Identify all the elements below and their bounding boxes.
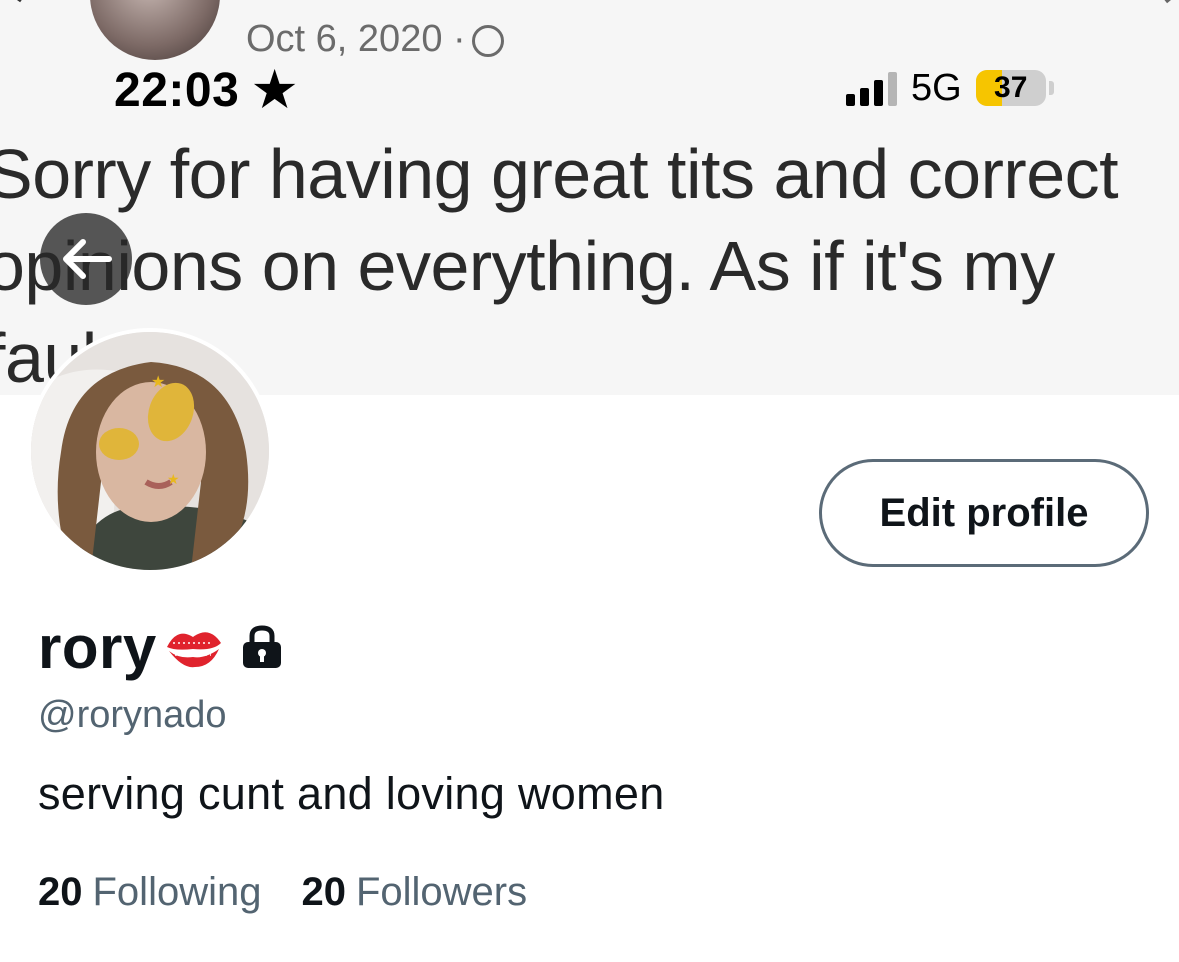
status-time-text: 22:03 (114, 64, 240, 117)
battery-icon: 37 (975, 70, 1046, 106)
battery-percentage: 37 (994, 71, 1028, 104)
followers-link[interactable]: 20 Followers (301, 870, 527, 915)
following-link[interactable]: 20 Following (38, 870, 261, 915)
lock-icon (242, 625, 281, 668)
banner-text-line-1: Sorry for having great tits and correct (0, 135, 1119, 213)
followers-label: Followers (355, 870, 528, 914)
edit-profile-button[interactable]: Edit profile (819, 459, 1149, 567)
display-name: rory (38, 613, 157, 681)
back-button[interactable] (40, 213, 132, 305)
banner-chevron-left-icon (0, 0, 23, 3)
followers-count: 20 (301, 870, 346, 914)
network-type: 5G (911, 66, 962, 109)
following-count: 20 (38, 870, 83, 914)
banner-post-date: Oct 6, 2020 · (246, 18, 504, 61)
banner-avatar (90, 0, 220, 60)
profile-bio: serving cunt and loving women (38, 768, 665, 819)
arrow-left-icon (63, 239, 112, 279)
kiss-mark-icon (166, 632, 221, 668)
profile-avatar[interactable]: ★ ★ (27, 328, 273, 574)
banner-chevron-right-icon (1164, 0, 1179, 4)
following-label: Following (92, 870, 262, 914)
profile-name-row: rory (38, 612, 285, 682)
globe-icon (471, 25, 504, 57)
svg-text:★: ★ (151, 372, 165, 391)
star-icon: ★ (253, 64, 297, 117)
banner-date-text: Oct 6, 2020 · (246, 18, 466, 60)
profile-handle: @rorynado (38, 694, 227, 736)
banner-text-line-2: opinions on everything. As if it's my (0, 227, 1055, 305)
battery-nub (1048, 81, 1054, 95)
status-time: 22:03 ★ (114, 62, 297, 118)
svg-text:★: ★ (167, 472, 180, 488)
status-indicators: 5G 37 (846, 66, 1054, 109)
signal-strength-icon (846, 70, 897, 106)
avatar-photo: ★ ★ (31, 332, 269, 570)
profile-stats: 20 Following 20 Followers (38, 870, 527, 915)
